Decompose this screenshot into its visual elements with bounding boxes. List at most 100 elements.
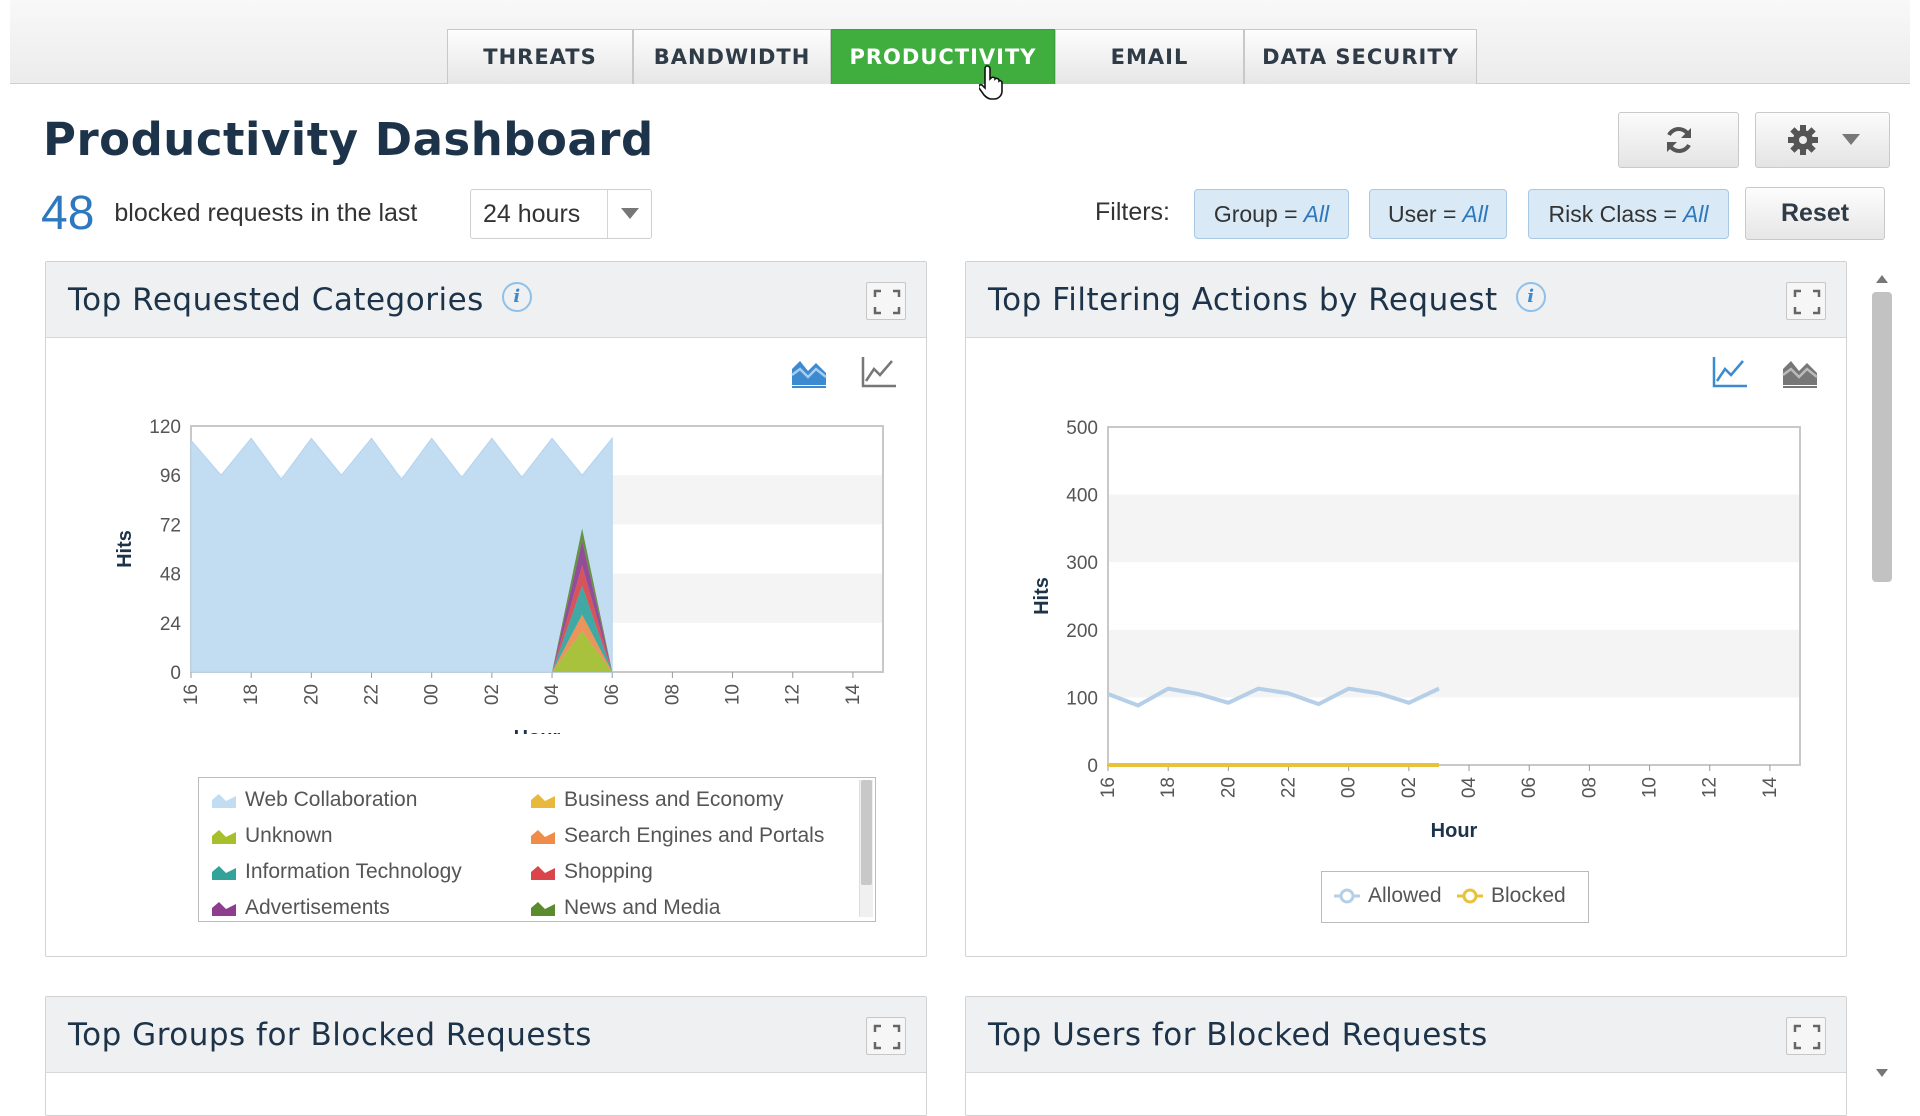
- settings-menu-button[interactable]: [1755, 112, 1890, 168]
- grid-band: [1108, 629, 1800, 698]
- x-tick-label: 08: [662, 684, 683, 705]
- legend-swatch-icon: [531, 866, 555, 880]
- panel-header: Top Requested Categories i: [46, 262, 926, 338]
- tab-data-security[interactable]: DATA SECURITY: [1244, 29, 1477, 84]
- refresh-button[interactable]: [1618, 112, 1739, 168]
- gear-icon: [1787, 125, 1818, 155]
- legend-scrollbar[interactable]: [859, 780, 873, 917]
- panel-header: Top Users for Blocked Requests: [966, 997, 1846, 1073]
- legend-item-advertisements[interactable]: Advertisements: [211, 896, 390, 920]
- y-tick-label: 0: [170, 663, 181, 684]
- legend-item-news-and-media[interactable]: News and Media: [530, 896, 720, 920]
- panel-header: Top Filtering Actions by Request i: [966, 262, 1846, 338]
- x-tick-label: 20: [301, 684, 322, 705]
- chevron-down-icon: [607, 190, 651, 238]
- y-axis-label: Hits: [114, 530, 136, 568]
- panel-top-groups-blocked: Top Groups for Blocked Requests: [45, 996, 927, 1116]
- categories-legend: Web Collaboration Unknown Information Tech…: [198, 777, 876, 922]
- legend-label: Business and Economy: [564, 788, 784, 811]
- expand-icon[interactable]: [866, 282, 906, 320]
- x-axis-label: Hour: [514, 727, 561, 734]
- expand-icon[interactable]: [866, 1017, 906, 1055]
- x-tick-label: 08: [1579, 777, 1600, 798]
- filter-user[interactable]: User = All: [1369, 189, 1507, 239]
- tab-bandwidth[interactable]: BANDWIDTH: [633, 29, 831, 84]
- y-tick-label: 72: [160, 515, 181, 536]
- legend-swatch-icon: [1457, 888, 1483, 904]
- filter-user-name: User =: [1388, 200, 1457, 227]
- page-title: Productivity Dashboard: [43, 113, 654, 166]
- expand-icon[interactable]: [1786, 282, 1826, 320]
- tab-email[interactable]: EMAIL: [1055, 29, 1244, 84]
- panel-title: Top Filtering Actions by Request: [988, 281, 1498, 318]
- y-tick-label: 96: [160, 466, 181, 487]
- info-icon[interactable]: i: [501, 281, 532, 312]
- legend-item-web-collaboration[interactable]: Web Collaboration: [211, 788, 417, 812]
- legend-label: Search Engines and Portals: [564, 824, 825, 847]
- filter-group[interactable]: Group = All: [1194, 189, 1349, 239]
- x-tick-label: 04: [542, 684, 563, 706]
- x-tick-label: 16: [181, 684, 202, 705]
- x-tick-label: 22: [1279, 777, 1300, 798]
- legend-item-business-and-economy[interactable]: Business and Economy: [530, 788, 783, 812]
- legend-swatch-icon: [212, 794, 236, 808]
- legend-label: News and Media: [564, 896, 721, 919]
- legend-item-information-technology[interactable]: Information Technology: [211, 860, 462, 884]
- legend-swatch-icon: [531, 902, 555, 916]
- filter-user-value: All: [1462, 200, 1488, 227]
- legend-label: Allowed: [1368, 884, 1442, 907]
- x-tick-label: 12: [1700, 777, 1721, 798]
- reset-button[interactable]: Reset: [1745, 187, 1885, 240]
- x-tick-label: 18: [241, 684, 262, 705]
- legend-item-blocked[interactable]: Blocked: [1457, 884, 1566, 908]
- blocked-summary: 48 blocked requests in the last: [41, 185, 417, 241]
- x-tick-label: 10: [1640, 777, 1661, 798]
- info-icon[interactable]: i: [1515, 281, 1546, 312]
- legend-item-unknown[interactable]: Unknown: [211, 824, 333, 848]
- refresh-icon: [1666, 127, 1691, 153]
- legend-swatch-icon: [1334, 888, 1360, 904]
- x-tick-label: 00: [1339, 777, 1360, 798]
- legend-swatch-icon: [531, 794, 555, 808]
- y-tick-label: 48: [160, 565, 181, 586]
- x-tick-label: 14: [1760, 777, 1781, 799]
- x-tick-label: 20: [1218, 777, 1239, 798]
- y-tick-label: 300: [1066, 553, 1098, 574]
- x-tick-label: 06: [602, 684, 623, 705]
- time-range-select[interactable]: 24 hours: [470, 189, 652, 239]
- legend-item-shopping[interactable]: Shopping: [530, 860, 653, 884]
- categories-chart: 0 24 48 72 96 120 16 18 20 22 00 02 04 06 08 10 12 14 Hour…: [114, 417, 884, 734]
- time-range-value: 24 hours: [483, 199, 581, 228]
- tab-productivity[interactable]: PRODUCTIVITY: [831, 29, 1055, 84]
- x-tick-label: 12: [783, 684, 804, 705]
- expand-icon[interactable]: [1786, 1017, 1826, 1055]
- legend-item-allowed[interactable]: Allowed: [1334, 884, 1442, 908]
- legend-swatch-icon: [212, 830, 236, 844]
- panel-title: Top Groups for Blocked Requests: [68, 1016, 592, 1053]
- page-scrollbar[interactable]: [1868, 272, 1896, 1080]
- legend-label: Information Technology: [245, 860, 462, 883]
- legend-swatch-icon: [212, 866, 236, 880]
- y-tick-label: 200: [1066, 621, 1098, 642]
- tab-threats[interactable]: THREATS: [447, 29, 633, 84]
- actions-chart: 0 100 200 300 400 500 16 18 20 22 00 02 04 06 08 10 12 14…: [1031, 418, 1801, 838]
- y-tick-label: 120: [149, 417, 181, 438]
- x-tick-label: 02: [482, 684, 503, 705]
- series-area-web-collaboration: [190, 436, 613, 673]
- x-tick-label: 14: [843, 684, 864, 706]
- filter-risk-class[interactable]: Risk Class = All: [1528, 189, 1729, 239]
- legend-label: Unknown: [245, 824, 333, 847]
- panel-top-requested-categories: Top Requested Categories i 0 24 48 72 96 120 1…: [45, 261, 927, 957]
- filter-risk-class-value: All: [1682, 200, 1709, 227]
- legend-swatch-icon: [531, 830, 555, 844]
- x-tick-label: 04: [1459, 777, 1480, 799]
- panel-header: Top Groups for Blocked Requests: [46, 997, 926, 1073]
- filter-group-value: All: [1303, 200, 1330, 227]
- filters-label: Filters:: [1095, 198, 1170, 226]
- x-tick-label: 18: [1158, 777, 1179, 798]
- legend-item-search-engines-and-portals[interactable]: Search Engines and Portals: [530, 824, 824, 848]
- x-tick-label: 00: [422, 684, 443, 705]
- panel-top-users-blocked: Top Users for Blocked Requests: [965, 996, 1847, 1116]
- panel-title: Top Requested Categories: [68, 281, 484, 318]
- y-tick-label: 100: [1066, 688, 1098, 709]
